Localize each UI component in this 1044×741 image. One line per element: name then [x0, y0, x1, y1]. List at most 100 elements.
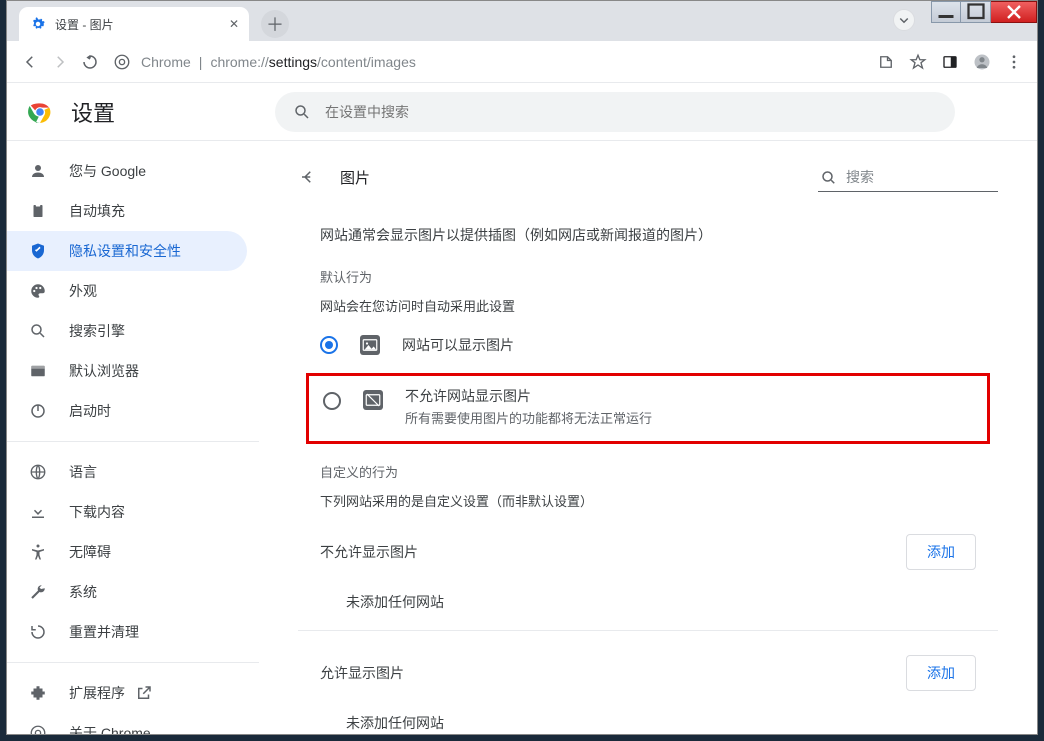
sidebar-item-appearance[interactable]: 外观: [7, 271, 247, 311]
url-host: settings: [269, 54, 317, 70]
toolbar: Chrome | chrome://settings/content/image…: [7, 41, 1037, 83]
default-behavior-label: 默认行为: [320, 267, 976, 286]
tabstrip-dropdown-button[interactable]: [893, 9, 915, 31]
tab-title: 设置 - 图片: [55, 16, 114, 33]
window-minimize-button[interactable]: [931, 1, 961, 23]
search-icon: [820, 169, 838, 187]
side-panel-button[interactable]: [935, 47, 965, 77]
block-list-title: 不允许显示图片: [320, 542, 418, 562]
radio-label: 不允许网站显示图片: [405, 386, 652, 406]
sidebar-item-about[interactable]: 关于 Chrome: [7, 713, 247, 734]
page-intro: 网站通常会显示图片以提供插图（例如网店或新闻报道的图片）: [320, 225, 976, 245]
sidebar-item-label: 重置并清理: [69, 622, 139, 642]
window-maximize-button[interactable]: [961, 1, 991, 23]
sidebar-item-you-and-google[interactable]: 您与 Google: [7, 151, 247, 191]
wrench-icon: [29, 583, 47, 601]
main-content: 图片 搜索 网站通常会显示图片以提供插图（例如网店或新闻报道的图片） 默认行为 …: [259, 141, 1037, 734]
window-controls: [931, 1, 1037, 23]
share-button[interactable]: [871, 47, 901, 77]
custom-behavior-sub: 下列网站采用的是自定义设置（而非默认设置）: [320, 491, 976, 510]
forward-button[interactable]: [45, 47, 75, 77]
sidebar-item-extensions[interactable]: 扩展程序: [7, 673, 247, 713]
globe-icon: [29, 463, 47, 481]
gear-icon: [29, 15, 47, 33]
external-link-icon: [135, 684, 153, 702]
url-prefix: Chrome: [141, 54, 191, 70]
sidebar-item-label: 启动时: [69, 401, 111, 421]
menu-button[interactable]: [999, 47, 1029, 77]
settings-title: 设置: [71, 96, 115, 128]
search-icon: [29, 322, 47, 340]
url-path: /content/images: [317, 54, 416, 70]
sidebar-item-label: 无障碍: [69, 542, 111, 562]
browser-tab[interactable]: 设置 - 图片 ✕: [19, 7, 249, 41]
sidebar-item-label: 语言: [69, 462, 97, 482]
radio-block-images[interactable]: 不允许网站显示图片 所有需要使用图片的功能都将无法正常运行: [323, 382, 973, 427]
chrome-logo-icon: [27, 99, 53, 125]
sidebar-item-autofill[interactable]: 自动填充: [7, 191, 247, 231]
custom-behavior-label: 自定义的行为: [320, 462, 976, 481]
clipboard-icon: [29, 202, 47, 220]
browser-icon: [29, 362, 47, 380]
allow-list-title: 允许显示图片: [320, 663, 404, 683]
radio-button[interactable]: [320, 336, 338, 354]
download-icon: [29, 503, 47, 521]
reload-button[interactable]: [75, 47, 105, 77]
page-back-button[interactable]: [294, 163, 322, 191]
radio-button[interactable]: [323, 392, 341, 410]
chrome-outline-icon: [29, 724, 47, 734]
chevron-down-icon: [895, 11, 913, 29]
sidebar-item-system[interactable]: 系统: [7, 572, 247, 612]
radio-sublabel: 所有需要使用图片的功能都将无法正常运行: [405, 408, 652, 427]
default-behavior-sub: 网站会在您访问时自动采用此设置: [320, 296, 976, 315]
settings-header: 设置: [7, 83, 1037, 141]
url-scheme: chrome://: [210, 54, 268, 70]
tabstrip: 设置 - 图片 ✕ ＋: [7, 1, 1037, 41]
settings-search[interactable]: [275, 92, 955, 132]
restore-icon: [29, 623, 47, 641]
address-bar[interactable]: Chrome | chrome://settings/content/image…: [113, 53, 863, 71]
sidebar-item-label: 默认浏览器: [69, 361, 139, 381]
image-icon: [360, 335, 380, 355]
sidebar-item-label: 外观: [69, 281, 97, 301]
sidebar-item-label: 您与 Google: [69, 161, 146, 181]
page-search[interactable]: 搜索: [818, 163, 998, 192]
add-block-button[interactable]: 添加: [906, 534, 976, 570]
page-search-placeholder: 搜索: [846, 167, 874, 187]
sidebar-item-default-browser[interactable]: 默认浏览器: [7, 351, 247, 391]
bookmark-button[interactable]: [903, 47, 933, 77]
sidebar-item-downloads[interactable]: 下载内容: [7, 492, 247, 532]
sidebar-item-accessibility[interactable]: 无障碍: [7, 532, 247, 572]
window-close-button[interactable]: [991, 1, 1037, 23]
page-title: 图片: [340, 167, 370, 188]
extension-icon: [29, 684, 47, 702]
add-allow-button[interactable]: 添加: [906, 655, 976, 691]
shield-icon: [29, 242, 47, 260]
search-icon: [293, 103, 311, 121]
settings-search-input[interactable]: [325, 104, 937, 120]
sidebar-item-label: 关于 Chrome: [69, 723, 151, 734]
radio-allow-images[interactable]: 网站可以显示图片: [320, 323, 976, 367]
close-icon[interactable]: ✕: [229, 17, 239, 31]
highlight-annotation: 不允许网站显示图片 所有需要使用图片的功能都将无法正常运行: [306, 373, 990, 444]
sidebar-item-label: 系统: [69, 582, 97, 602]
person-icon: [29, 162, 47, 180]
allow-list-empty: 未添加任何网站: [346, 713, 976, 733]
sidebar-item-label: 下载内容: [69, 502, 125, 522]
palette-icon: [29, 282, 47, 300]
sidebar-item-languages[interactable]: 语言: [7, 452, 247, 492]
new-tab-button[interactable]: ＋: [261, 10, 289, 38]
sidebar-item-search-engine[interactable]: 搜索引擎: [7, 311, 247, 351]
sidebar-item-privacy[interactable]: 隐私设置和安全性: [7, 231, 247, 271]
radio-label: 网站可以显示图片: [402, 335, 514, 355]
sidebar-item-reset[interactable]: 重置并清理: [7, 612, 247, 652]
sidebar: 您与 Google 自动填充 隐私设置和安全性 外观 搜索引擎 默认浏览器 启动…: [7, 141, 259, 734]
sidebar-item-on-startup[interactable]: 启动时: [7, 391, 247, 431]
profile-button[interactable]: [967, 47, 997, 77]
sidebar-item-label: 扩展程序: [69, 683, 125, 703]
back-button[interactable]: [15, 47, 45, 77]
accessibility-icon: [29, 543, 47, 561]
sidebar-item-label: 隐私设置和安全性: [69, 241, 181, 261]
sidebar-item-label: 搜索引擎: [69, 321, 125, 341]
power-icon: [29, 402, 47, 420]
